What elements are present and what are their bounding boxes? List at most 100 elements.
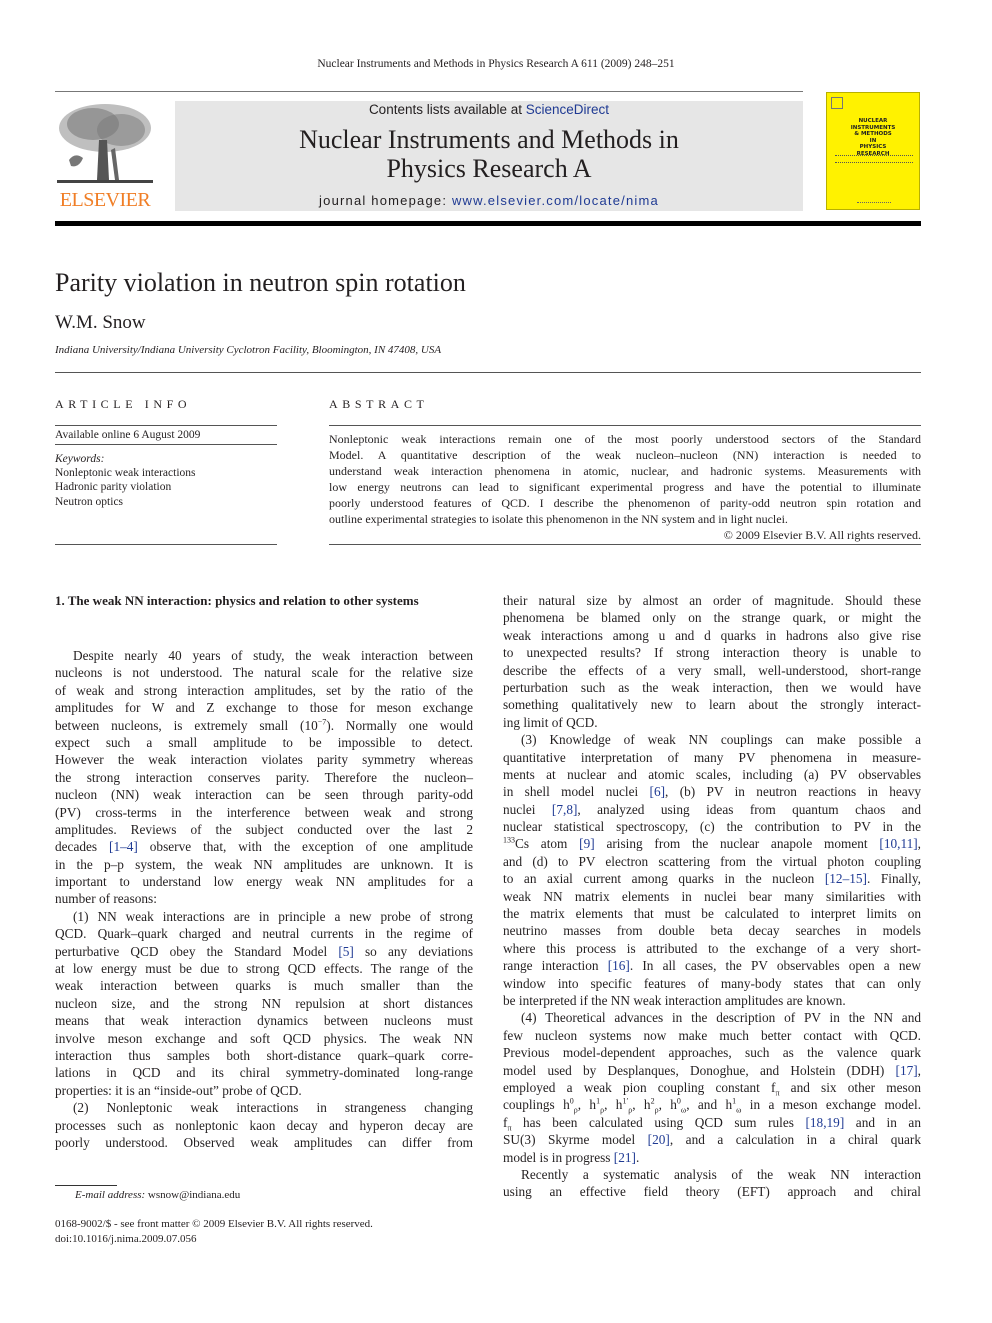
- citation-link[interactable]: [16]: [608, 958, 630, 973]
- body-line: SU(3) Skyrme model [20], and a calculati…: [503, 1131, 921, 1148]
- body-line: neutrino masses from double beta decay s…: [503, 923, 921, 939]
- text-fragment: and six other meson: [779, 1079, 921, 1095]
- body-line: the strong interaction conserves parity.…: [55, 769, 473, 785]
- doi-link[interactable]: doi:10.1016/j.nima.2009.07.056: [55, 1232, 373, 1247]
- abstract-line: poorly understood features of QCD. I des…: [329, 496, 921, 510]
- body-line: processes such as nonleptonic kaon decay…: [55, 1117, 473, 1133]
- body-line: between nucleons, is extremely small (10…: [55, 717, 473, 734]
- body-line: (4) Theoretical advances in the descript…: [521, 1010, 921, 1026]
- citation-link[interactable]: [12–15]: [825, 871, 867, 886]
- homepage-prefix: journal homepage:: [319, 193, 452, 208]
- journal-masthead: Contents lists available at ScienceDirec…: [175, 101, 803, 211]
- article-info-rule: [55, 425, 277, 426]
- running-head: Nuclear Instruments and Methods in Physi…: [317, 58, 675, 70]
- text-fragment: SU(3) Skyrme model: [503, 1132, 648, 1148]
- text-fragment: to an axial current among quarks in the …: [503, 871, 825, 887]
- text-fragment: and: [697, 1097, 718, 1113]
- body-line: Despite nearly 40 years of study, the we…: [73, 648, 473, 663]
- abstract-line: low energy neutrons can lead to signific…: [329, 480, 921, 494]
- text-fragment: perturbative QCD obey the Standard Model: [55, 943, 339, 959]
- text-fragment: model is in progress: [503, 1149, 614, 1165]
- contents-line: Contents lists available at ScienceDirec…: [175, 102, 803, 117]
- text-fragment: , and a calculation in a chiral quark: [669, 1132, 922, 1148]
- abstract-line: Model. A quantitative description of the…: [329, 448, 921, 462]
- body-line: where this process is attributed to the …: [503, 940, 921, 956]
- text-fragment: employed a weak pion coupling constant f: [503, 1079, 776, 1095]
- article-title: Parity violation in neutron spin rotatio…: [55, 268, 466, 297]
- citation-link[interactable]: [20]: [648, 1132, 670, 1147]
- body-line: couplings h0ρ, h1ρ, h1′ρ, h2ρ, h0ω, and …: [503, 1096, 922, 1115]
- author-name[interactable]: W.M. Snow: [55, 312, 146, 334]
- footnote-email: E-mail address: wsnow@indiana.edu: [75, 1189, 240, 1201]
- homepage-link[interactable]: www.elsevier.com/locate/nima: [452, 193, 659, 208]
- article-info-heading: ARTICLE INFO: [55, 397, 192, 411]
- body-line: model is in progress [21].: [503, 1149, 921, 1166]
- text-fragment: , (b) PV in neutron reactions in heavy: [665, 784, 921, 800]
- body-line: involve meson exchange and soft QCD phys…: [55, 1030, 473, 1046]
- text-fragment: so any deviations: [353, 943, 473, 959]
- body-line: (1) NN weak interactions are in principl…: [73, 908, 473, 924]
- abstract-copyright: © 2009 Elsevier B.V. All rights reserved…: [723, 528, 921, 542]
- body-line: in the p–p system, the weak NN amplitude…: [55, 856, 473, 872]
- article-info-rule: [55, 544, 277, 545]
- citation-link[interactable]: [17]: [896, 1063, 918, 1078]
- elsevier-tree-icon: [57, 104, 153, 183]
- body-line: range interaction [16]. In all cases, th…: [503, 957, 921, 974]
- body-line: interaction thus samples both short-dist…: [55, 1047, 473, 1063]
- journal-title: Nuclear Instruments and Methods in Physi…: [175, 125, 803, 183]
- text-fragment: Cs atom: [515, 836, 580, 852]
- elsevier-wordmark: ELSEVIER: [59, 189, 151, 211]
- text-fragment: . Finally,: [866, 871, 921, 887]
- keywords-label: Keywords:: [55, 453, 105, 465]
- body-line: window into specific features of many-bo…: [503, 975, 921, 991]
- body-line: model used by Desplanques, Donoghue, and…: [503, 1062, 921, 1079]
- citation-link[interactable]: [5]: [338, 944, 354, 959]
- body-line: properties: it is an “inside-out” probe …: [55, 1082, 302, 1098]
- body-line: 133Cs atom [9] arising from the nuclear …: [503, 835, 921, 852]
- journal-cover-thumbnail[interactable]: NUCLEAR INSTRUMENTS & METHODS IN PHYSICS…: [826, 92, 920, 210]
- body-line: means that weak interaction dynamics bet…: [55, 1013, 473, 1029]
- text-fragment: ,: [917, 836, 921, 852]
- body-line: and (d) to PV electron scattering from t…: [503, 853, 921, 869]
- front-matter: 0168-9002/$ - see front matter © 2009 El…: [55, 1217, 373, 1247]
- text-fragment: .: [635, 1149, 640, 1165]
- citation-link[interactable]: [6]: [650, 784, 666, 799]
- text-fragment: in a meson exchange model.: [749, 1097, 922, 1113]
- body-line: weak interactions among u and d quarks i…: [503, 627, 921, 643]
- keyword-item: Neutron optics: [55, 496, 124, 508]
- keyword-item: Nonleptonic weak interactions: [55, 467, 196, 479]
- body-line: amplitudes for W and Z exchange to those…: [55, 700, 473, 716]
- body-line: quantitative interpretation of many PV p…: [503, 749, 921, 765]
- body-line: (2) Nonleptonic weak interactions in str…: [73, 1100, 473, 1116]
- body-line: of weak and strong interaction amplitude…: [55, 682, 473, 698]
- citation-link[interactable]: [10,11]: [879, 836, 917, 851]
- citation-link[interactable]: [7,8]: [552, 802, 577, 817]
- body-line: weak NN matrix elements in nuclei bear m…: [503, 888, 921, 904]
- abstract-heading: ABSTRACT: [329, 397, 429, 411]
- elsevier-logo[interactable]: ELSEVIER: [55, 100, 155, 212]
- abstract-line: Nonleptonic weak interactions remain one…: [329, 432, 921, 446]
- body-line: ments at nuclear and atomic scales, incl…: [503, 766, 921, 782]
- exponent: −7: [317, 717, 327, 727]
- citation-link[interactable]: [18,19]: [805, 1115, 844, 1130]
- body-line: important to understand low energy weak …: [55, 874, 473, 890]
- text-fragment: has been calculated using QCD sum rules: [511, 1114, 806, 1130]
- citation-link[interactable]: [1–4]: [109, 839, 138, 854]
- sciencedirect-link[interactable]: ScienceDirect: [526, 102, 609, 117]
- body-line: be interpreted if the NN weak interactio…: [503, 992, 846, 1008]
- body-line: amplitudes. Reviews of the subject condu…: [55, 821, 473, 837]
- text-fragment: range interaction: [503, 958, 608, 974]
- text-fragment: in shell model nuclei: [503, 784, 650, 800]
- body-line: their natural size by almost an order of…: [503, 593, 921, 608]
- email-link[interactable]: wsnow@indiana.edu: [148, 1189, 240, 1201]
- body-line: Recently a systematic analysis of the we…: [521, 1166, 921, 1182]
- body-left-column: Despite nearly 40 years of study, the we…: [55, 647, 473, 1151]
- text-fragment: arising from the nuclear anapole moment: [594, 836, 880, 852]
- body-line: employed a weak pion coupling constant f…: [503, 1079, 921, 1097]
- body-line: nucleons is not understood. The natural …: [55, 665, 473, 681]
- abstract-rule: [329, 425, 921, 426]
- citation-link[interactable]: [9]: [579, 836, 595, 851]
- front-matter-copyright: 0168-9002/$ - see front matter © 2009 El…: [55, 1218, 373, 1230]
- citation-link[interactable]: [21]: [614, 1150, 636, 1165]
- body-line: the matrix elements that must be calcula…: [503, 906, 921, 922]
